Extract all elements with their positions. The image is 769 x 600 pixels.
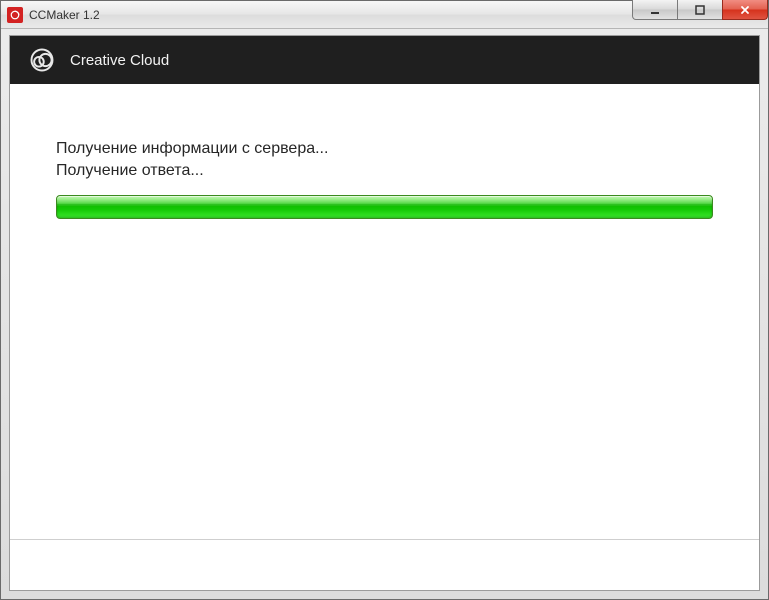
app-window: CCMaker 1.2 Creative Cloud <box>0 0 769 600</box>
titlebar[interactable]: CCMaker 1.2 <box>1 1 768 29</box>
status-line-2: Получение ответа... <box>56 160 713 182</box>
product-name: Creative Cloud <box>70 52 169 69</box>
progress-bar <box>56 195 713 219</box>
app-icon <box>7 7 23 23</box>
main-area: Получение информации с сервера... Получе… <box>10 84 759 219</box>
window-controls <box>633 0 768 20</box>
creative-cloud-logo-icon <box>28 46 56 74</box>
content-frame: Creative Cloud Получение информации с се… <box>9 35 760 591</box>
close-button[interactable] <box>722 0 768 20</box>
maximize-button[interactable] <box>677 0 723 20</box>
footer-divider <box>10 539 759 540</box>
product-header: Creative Cloud <box>10 36 759 84</box>
status-line-1: Получение информации с сервера... <box>56 138 713 160</box>
minimize-button[interactable] <box>632 0 678 20</box>
window-title: CCMaker 1.2 <box>29 8 100 22</box>
